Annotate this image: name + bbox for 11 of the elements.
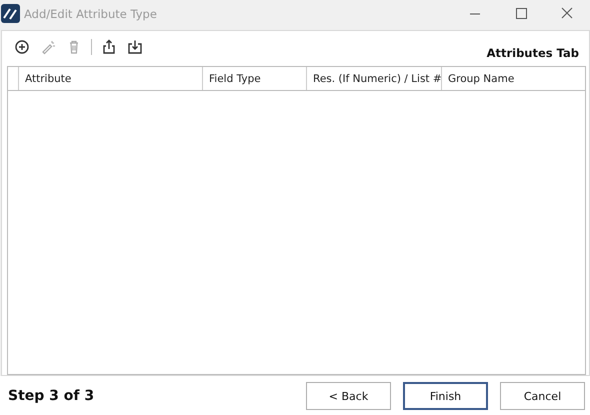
dialog-button[interactable]: Finish: [403, 382, 488, 410]
column-header[interactable]: Field Type: [203, 67, 307, 90]
column-header[interactable]: Attribute: [19, 67, 203, 90]
column-header[interactable]: Group Name: [442, 67, 585, 90]
dialog-button[interactable]: Cancel: [500, 382, 585, 410]
dialog-button[interactable]: < Back: [306, 382, 391, 410]
tab-title: Attributes Tab: [486, 46, 579, 60]
app-logo-icon: [1, 4, 20, 23]
window-title: Add/Edit Attribute Type: [24, 6, 158, 20]
column-header[interactable]: Res. (If Numeric) / List #: [307, 67, 442, 90]
step-label: Step 3 of 3: [8, 388, 96, 404]
